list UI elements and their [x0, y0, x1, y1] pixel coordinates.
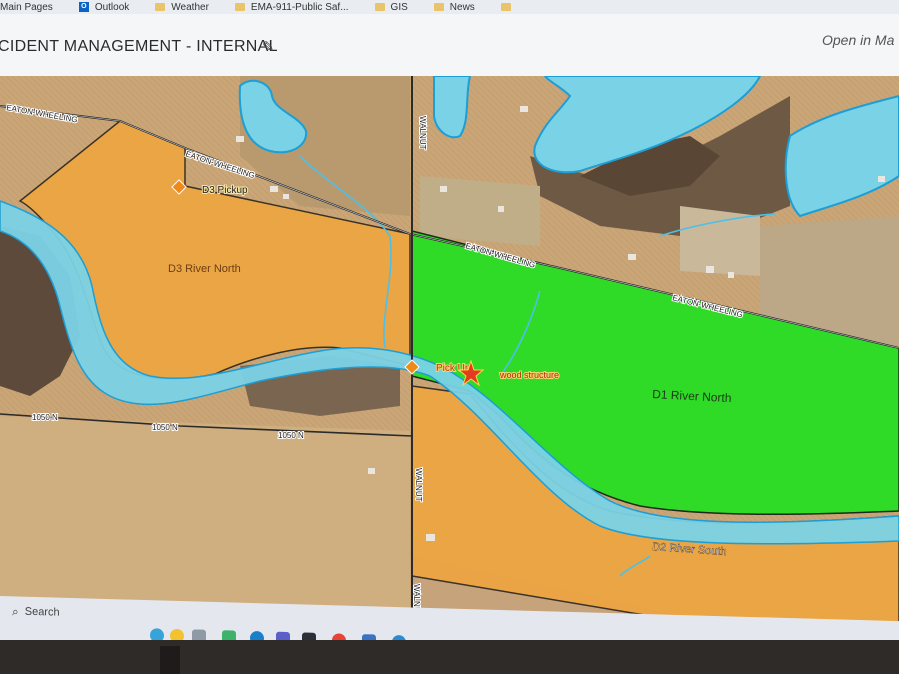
bookmark-outlook[interactable]: O Outlook [78, 1, 130, 13]
bookmark-weather[interactable]: Weather [155, 2, 209, 13]
folder-icon [500, 3, 511, 11]
taskbar-search-box[interactable]: ⌕ Search [12, 600, 132, 625]
folder-icon [234, 3, 245, 11]
pencil-edit-icon[interactable]: ✎ [262, 38, 275, 56]
marker-label-d3-pickup: D3 Pickup [202, 185, 248, 196]
folder-icon [374, 3, 385, 11]
road-label-1050n: 1050 N [32, 413, 58, 422]
map-view[interactable]: EATON-WHEELING EATON-WHEELING EATON-WHEE… [0, 76, 899, 636]
monitor-stand [160, 646, 180, 674]
field-parcel [420, 176, 540, 246]
bookmark-label: GIS [390, 1, 408, 13]
open-in-map-viewer-link[interactable]: Open in Ma [822, 32, 894, 48]
bookmark-label: EMA-911-Public Saf... [250, 1, 349, 13]
bookmark-folder[interactable] [500, 3, 517, 11]
outlook-icon: O [78, 2, 89, 12]
search-icon: ⌕ [12, 603, 19, 619]
road-label-walnut: WALNUT [418, 116, 427, 150]
bookmark-label: News [449, 1, 475, 13]
road-label-walnut: WALNUT [414, 468, 423, 502]
bookmarks-bar: Main Pages O Outlook Weather EMA-911-Pub… [0, 0, 899, 14]
app-header: CIDENT MANAGEMENT - INTERNAL ✎ Open in M… [0, 14, 899, 77]
road-label-1050n: 1050 N [278, 431, 304, 440]
monitor-bezel [0, 640, 899, 674]
bookmark-ema-911[interactable]: EMA-911-Public Saf... [234, 1, 349, 13]
page-title: CIDENT MANAGEMENT - INTERNAL [0, 38, 278, 55]
bookmark-news[interactable]: News [433, 1, 475, 13]
zone-label-d3: D3 River North [168, 263, 241, 275]
monitor-screen: Main Pages O Outlook Weather EMA-911-Pub… [0, 0, 899, 674]
search-placeholder: Search [24, 605, 60, 619]
folder-icon [155, 3, 166, 11]
marker-label-wood-structure: wood structure [499, 370, 559, 380]
bookmark-label: Outlook [94, 1, 130, 13]
folder-icon [433, 3, 444, 11]
lake [433, 76, 472, 139]
road-label-1050n: 1050 N [152, 423, 178, 432]
bookmark-main-pages[interactable]: Main Pages [0, 2, 53, 13]
bookmark-gis[interactable]: GIS [374, 1, 408, 13]
bookmark-label: Weather [171, 1, 209, 13]
bookmark-label: Main Pages [0, 1, 53, 13]
